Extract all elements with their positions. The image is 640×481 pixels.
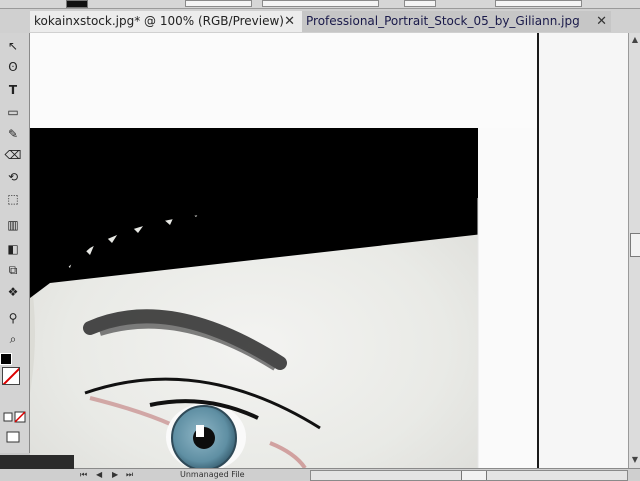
options-small-field[interactable] [404, 0, 436, 7]
prev-artboard-icon[interactable]: ◀ [96, 469, 102, 481]
tab-label: Professional_Portrait_Stock_05_by_Gilian… [306, 14, 580, 28]
document-canvas[interactable] [30, 33, 538, 468]
brush-tool-icon[interactable]: ✎ [3, 125, 23, 143]
options-right-field[interactable] [495, 0, 582, 7]
gradient-tool-icon[interactable]: ◧ [3, 240, 23, 258]
graph-tool-icon[interactable]: ▥ [3, 216, 23, 234]
close-icon[interactable]: ✕ [596, 11, 607, 32]
type-tool-icon[interactable]: T [3, 81, 23, 99]
fill-swatch[interactable] [66, 0, 88, 8]
rotate-tool-icon[interactable]: ⟲ [3, 168, 23, 186]
none-mode-icon[interactable] [14, 408, 26, 426]
options-dropdown[interactable] [262, 0, 379, 7]
fill-stroke-swatches[interactable] [0, 353, 22, 385]
stroke-none-swatch[interactable] [2, 367, 20, 385]
scroll-up-icon[interactable]: ▲ [630, 35, 640, 45]
tab-professional-portrait[interactable]: Professional_Portrait_Stock_05_by_Gilian… [302, 11, 611, 32]
document-tab-bar: kokainxstock.jpg* @ 100% (RGB/Preview) ✕… [0, 9, 640, 34]
foreground-swatch[interactable] [0, 353, 12, 365]
vertical-scrollbar[interactable]: ▲ ▼ [628, 33, 640, 468]
options-bar [0, 0, 640, 9]
tab-label: kokainxstock.jpg* @ 100% (RGB/Preview) [34, 14, 284, 28]
zoom-tool-icon[interactable]: ⌕ [3, 330, 23, 348]
status-bar: ⏮ ◀ ▶ ⏭ Unmanaged File [0, 455, 640, 481]
horizontal-scrollbar[interactable] [310, 470, 628, 481]
status-file-label[interactable]: Unmanaged File [180, 469, 245, 481]
scroll-thumb[interactable] [461, 471, 487, 480]
last-artboard-icon[interactable]: ⏭ [126, 469, 133, 481]
next-artboard-icon[interactable]: ▶ [112, 469, 118, 481]
blend-tool-icon[interactable]: ⧉ [3, 261, 23, 279]
rectangle-tool-icon[interactable]: ▭ [3, 103, 23, 121]
tools-panel: ↖ ʘ T ▭ ✎ ⌫ ⟲ ⬚ ▥ ◧ ⧉ ❖ ⚲ ⌕ [0, 33, 30, 453]
pasteboard-area [537, 33, 630, 468]
portrait-artwork [30, 33, 538, 468]
tab-kokainxstock[interactable]: kokainxstock.jpg* @ 100% (RGB/Preview) ✕ [30, 11, 303, 32]
free-transform-tool-icon[interactable]: ⬚ [3, 190, 23, 208]
options-field[interactable] [185, 0, 252, 7]
panel-strip [0, 455, 74, 469]
selection-tool-icon[interactable]: ↖ [3, 37, 23, 55]
color-mode-icon[interactable] [3, 408, 13, 426]
eraser-tool-icon[interactable]: ⌫ [3, 146, 23, 164]
eyedropper-tool-icon[interactable]: ⚲ [3, 309, 23, 327]
close-icon[interactable]: ✕ [284, 11, 295, 32]
scroll-down-icon[interactable]: ▼ [630, 455, 640, 465]
first-artboard-icon[interactable]: ⏮ [80, 469, 87, 481]
symbol-sprayer-tool-icon[interactable]: ❖ [3, 283, 23, 301]
lasso-tool-icon[interactable]: ʘ [3, 58, 23, 76]
screen-mode-icon[interactable] [3, 428, 23, 446]
scroll-thumb[interactable] [630, 233, 640, 257]
